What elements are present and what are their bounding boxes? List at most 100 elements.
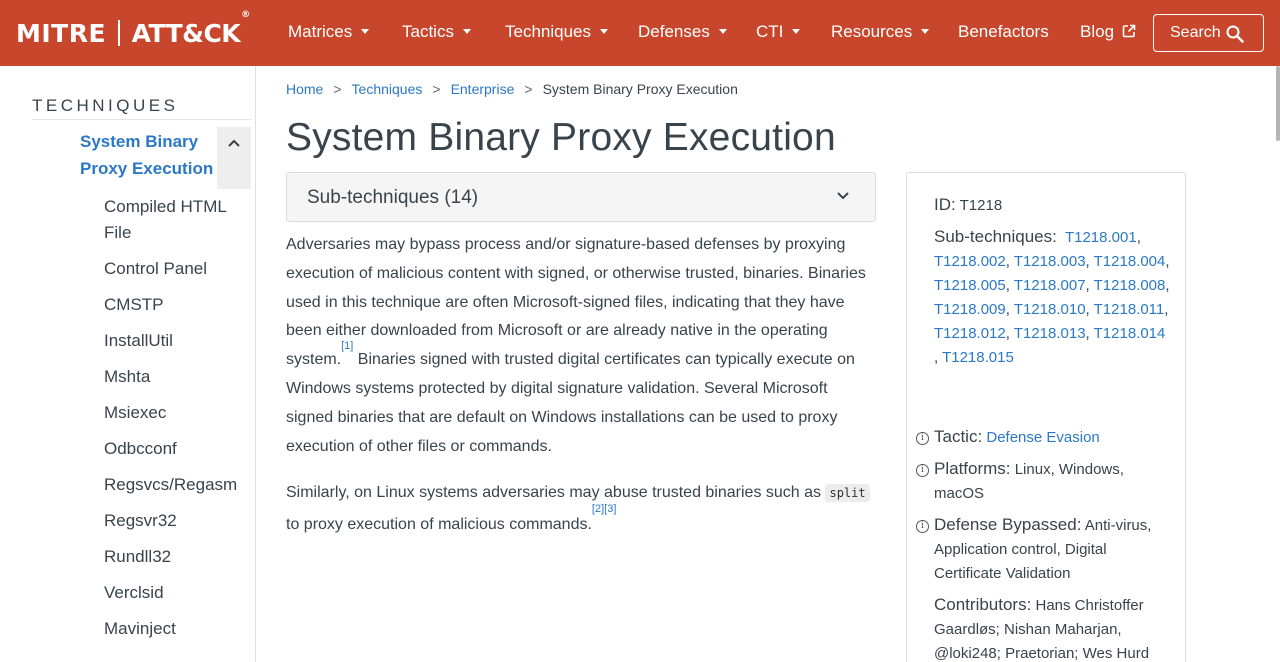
sidebar-sub-item[interactable]: InstallUtil	[104, 328, 249, 354]
breadcrumb-separator: >	[432, 81, 441, 97]
nav-defenses-label: Defenses	[638, 22, 710, 41]
nav-techniques[interactable]: Techniques	[505, 22, 609, 42]
external-link-icon	[1122, 24, 1136, 37]
breadcrumb-separator: >	[524, 81, 533, 97]
info-subtechniques-row: Sub-techniques: T1218.001, T1218.002, T1…	[934, 227, 1170, 366]
search-button-label: Search	[1170, 24, 1221, 41]
nav-benefactors-label: Benefactors	[958, 22, 1049, 41]
nav-cti-label: CTI	[756, 22, 784, 41]
nav-defenses[interactable]: Defenses	[638, 22, 727, 42]
subtechnique-link[interactable]: T1218.001	[1065, 229, 1137, 246]
caret-down-icon	[361, 29, 370, 35]
sidebar-title: TECHNIQUES	[32, 96, 179, 115]
chevron-up-icon	[228, 139, 240, 147]
caret-down-icon	[718, 29, 727, 35]
search-button[interactable]: Search	[1153, 14, 1264, 52]
subtechnique-link[interactable]: T1218.008	[1094, 277, 1166, 294]
info-contributors-key: Contributors:	[934, 595, 1032, 614]
nav-cti[interactable]: CTI	[756, 22, 801, 42]
citation-2-3[interactable]: [2][3]	[592, 503, 616, 515]
nav-resources-label: Resources	[831, 22, 913, 41]
breadcrumb-techniques[interactable]: Techniques	[352, 81, 423, 97]
info-id-value: T1218	[959, 197, 1003, 214]
sidebar-sub-item[interactable]: Verclsid	[104, 580, 249, 606]
brand-attck-text: ATT&CK	[131, 18, 241, 48]
page-scrollbar[interactable]	[1276, 66, 1280, 141]
subtechnique-link[interactable]: T1218.014	[1094, 325, 1166, 342]
breadcrumb: Home > Techniques > Enterprise > System Binary…	[286, 80, 738, 98]
info-contributors-row: Contributors: Hans Christoffer Gaardløs;…	[934, 593, 1170, 662]
sidebar-collapse-toggle[interactable]	[217, 127, 251, 189]
sidebar-divider	[32, 119, 252, 120]
sidebar-sub-item[interactable]: Control Panel	[104, 256, 249, 282]
nav-resources[interactable]: Resources	[831, 22, 930, 42]
sidebar-item-active[interactable]: System Binary Proxy Execution	[80, 128, 217, 182]
info-icon[interactable]: i	[916, 464, 929, 477]
sidebar-sub-item[interactable]: Mshta	[104, 364, 249, 390]
info-defense-key: Defense Bypassed:	[934, 515, 1082, 534]
subtechnique-link[interactable]: T1218.015	[942, 349, 1014, 366]
brand-divider	[118, 20, 120, 46]
subtechnique-link[interactable]: T1218.011	[1094, 301, 1165, 318]
description-paragraph-2: Similarly, on Linux systems adversaries …	[286, 477, 876, 541]
sidebar-sub-item[interactable]: Odbcconf	[104, 436, 249, 462]
desc-p2-text-a: Similarly, on Linux systems adversaries …	[286, 484, 826, 501]
sidebar-sub-item[interactable]: Regsvcs/Regasm	[104, 472, 249, 498]
subtechnique-link[interactable]: T1218.009	[934, 301, 1006, 318]
info-tactic-row: i Tactic: Defense Evasion	[916, 425, 1170, 450]
techniques-sidebar: TECHNIQUES System Binary Proxy Execution…	[0, 66, 256, 662]
subtechnique-link[interactable]: T1218.013	[1014, 325, 1086, 342]
breadcrumb-enterprise[interactable]: Enterprise	[451, 81, 515, 97]
desc-p1-text-b: Binaries signed with trusted digital cer…	[286, 351, 855, 455]
sidebar-sub-item[interactable]: CMSTP	[104, 292, 249, 318]
caret-down-icon	[600, 29, 609, 35]
page-title: System Binary Proxy Execution	[286, 116, 836, 159]
brand-mitre: MITRE	[16, 18, 107, 48]
subtechnique-link[interactable]: T1218.010	[1014, 301, 1086, 318]
chevron-down-icon	[837, 192, 849, 200]
info-defense-row: i Defense Bypassed: Anti-virus, Applicat…	[916, 513, 1170, 586]
subtechnique-link[interactable]: T1218.007	[1014, 277, 1086, 294]
info-tactic-key: Tactic:	[934, 427, 983, 446]
desc-p2-text-b: to proxy execution of malicious commands…	[286, 516, 592, 533]
info-subtechniques-key: Sub-techniques:	[934, 227, 1057, 246]
sidebar-sub-item[interactable]: Regsvr32	[104, 508, 249, 534]
top-navbar: MITRE ATT&CK® Matrices Tactics Technique…	[0, 0, 1280, 66]
info-platforms-row: i Platforms: Linux, Windows, macOS	[916, 457, 1170, 506]
subtechnique-link[interactable]: T1218.012	[934, 325, 1006, 342]
nav-blog-label: Blog	[1080, 22, 1115, 41]
code-split: split	[825, 484, 870, 502]
sidebar-sub-item[interactable]: Mavinject	[104, 616, 249, 642]
subtechniques-accordion[interactable]: Sub-techniques (14)	[286, 172, 876, 222]
brand-attck: ATT&CK®	[131, 10, 251, 48]
caret-down-icon	[921, 29, 930, 35]
info-icon[interactable]: i	[916, 432, 929, 445]
nav-tactics[interactable]: Tactics	[402, 22, 471, 42]
breadcrumb-home[interactable]: Home	[286, 81, 323, 97]
breadcrumb-separator: >	[333, 81, 342, 97]
sidebar-sub-item[interactable]: Compiled HTML File	[104, 194, 249, 246]
nav-blog[interactable]: Blog	[1080, 22, 1136, 42]
nav-matrices[interactable]: Matrices	[288, 22, 370, 42]
desc-p1-text-a: Adversaries may bypass process and/or si…	[286, 236, 866, 369]
caret-down-icon	[462, 29, 471, 35]
sidebar-sub-item[interactable]: Msiexec	[104, 400, 249, 426]
nav-benefactors[interactable]: Benefactors	[958, 22, 1049, 42]
breadcrumb-current: System Binary Proxy Execution	[542, 81, 738, 97]
description-paragraph-1: Adversaries may bypass process and/or si…	[286, 231, 876, 461]
info-platforms-key: Platforms:	[934, 459, 1011, 478]
sidebar-sub-item[interactable]: Rundll32	[104, 544, 249, 570]
tactic-link[interactable]: Defense Evasion	[986, 429, 1099, 446]
caret-down-icon	[792, 29, 801, 35]
subtechnique-link[interactable]: T1218.005	[934, 277, 1006, 294]
subtechnique-link[interactable]: T1218.004	[1094, 253, 1166, 270]
nav-tactics-label: Tactics	[402, 22, 454, 41]
info-id-key: ID:	[934, 195, 956, 214]
mitre-attack-logo[interactable]: MITRE ATT&CK®	[16, 10, 251, 48]
subtechnique-link[interactable]: T1218.003	[1014, 253, 1086, 270]
citation-1[interactable]: [1]	[341, 340, 353, 352]
brand-registered-mark: ®	[241, 9, 250, 20]
nav-techniques-label: Techniques	[505, 22, 592, 41]
subtechnique-link[interactable]: T1218.002	[934, 253, 1006, 270]
info-icon[interactable]: i	[916, 520, 929, 533]
